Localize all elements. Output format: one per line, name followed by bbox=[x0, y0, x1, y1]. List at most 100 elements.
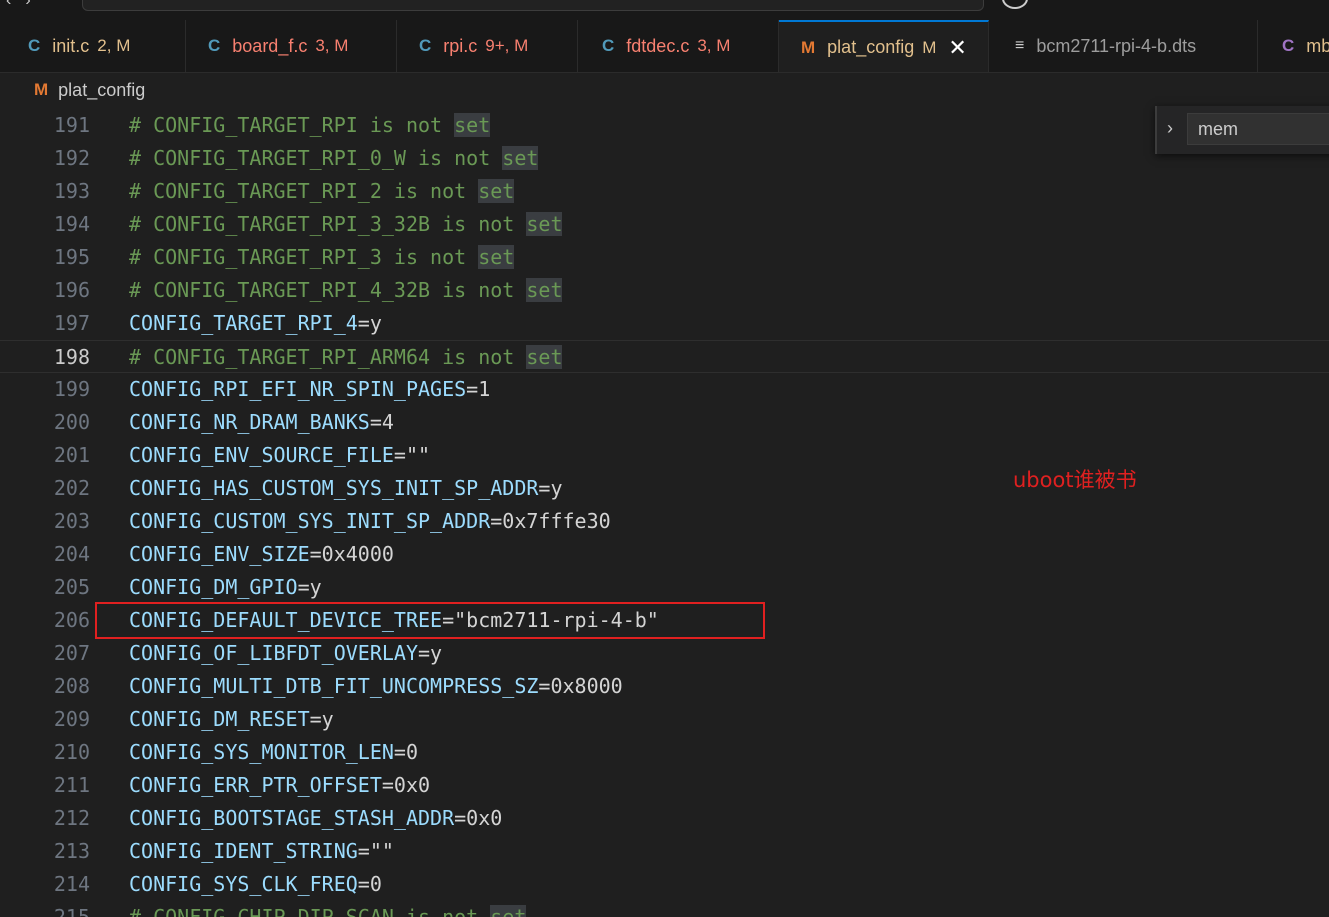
code-text: CONFIG_SYS_CLK_FREQ=0 bbox=[129, 868, 382, 901]
code-line[interactable]: 206 CONFIG_DEFAULT_DEVICE_TREE="bcm2711-r… bbox=[0, 604, 1329, 637]
c-file-icon: C bbox=[419, 36, 432, 55]
comment-text: # CONFIG_TARGET_RPI_ARM64 is not bbox=[129, 345, 527, 369]
line-number: 212 bbox=[53, 806, 90, 830]
account-icon[interactable] bbox=[1002, 0, 1028, 9]
command-center[interactable] bbox=[82, 0, 984, 11]
code-line[interactable]: 205 CONFIG_DM_GPIO=y bbox=[0, 571, 1329, 604]
code-line[interactable]: 194 # CONFIG_TARGET_RPI_3_32B is not set bbox=[0, 208, 1329, 241]
tab-init-c[interactable]: C init.c 2, M bbox=[0, 20, 186, 72]
search-match-highlight: set bbox=[502, 146, 539, 170]
equals-operator: = bbox=[393, 443, 406, 467]
nav-arrows-icon[interactable]: ‹› bbox=[6, 0, 45, 10]
code-line[interactable]: 191 # CONFIG_TARGET_RPI is not set bbox=[0, 109, 1329, 142]
tab-rpi-c[interactable]: C rpi.c 9+, M bbox=[397, 20, 578, 72]
comment-text: # CONFIG_TARGET_RPI_0_W is not bbox=[129, 146, 503, 170]
c-file-icon: C bbox=[602, 36, 615, 55]
config-key: CONFIG_SYS_CLK_FREQ bbox=[129, 872, 358, 896]
config-value: y bbox=[369, 311, 382, 335]
config-key: CONFIG_DEFAULT_DEVICE_TREE bbox=[129, 608, 443, 632]
code-line[interactable]: 204 CONFIG_ENV_SIZE=0x4000 bbox=[0, 538, 1329, 571]
line-number: 209 bbox=[53, 707, 90, 731]
code-line[interactable]: 196 # CONFIG_TARGET_RPI_4_32B is not set bbox=[0, 274, 1329, 307]
makefile-icon: M bbox=[801, 37, 816, 57]
code-text: # CONFIG_TARGET_RPI_3_32B is not set bbox=[129, 208, 563, 241]
code-line[interactable]: 211 CONFIG_ERR_PTR_OFFSET=0x0 bbox=[0, 769, 1329, 802]
equals-operator: = bbox=[357, 311, 370, 335]
tab-mb[interactable]: C mb bbox=[1258, 20, 1329, 72]
code-line[interactable]: 192 # CONFIG_TARGET_RPI_0_W is not set bbox=[0, 142, 1329, 175]
comment-text: # CONFIG_CHIP_DIP_SCAN is not bbox=[129, 905, 491, 917]
code-text: CONFIG_NR_DRAM_BANKS=4 bbox=[129, 406, 394, 439]
tab-label: plat_config bbox=[827, 37, 915, 57]
line-number: 191 bbox=[53, 113, 90, 137]
search-match-highlight: set bbox=[526, 212, 563, 236]
chevron-right-icon[interactable]: › bbox=[1167, 118, 1173, 139]
tab-label: mb bbox=[1306, 35, 1329, 56]
tab-label: board_f.c bbox=[232, 35, 308, 56]
code-text: CONFIG_IDENT_STRING="" bbox=[129, 835, 394, 868]
code-line[interactable]: 210 CONFIG_SYS_MONITOR_LEN=0 bbox=[0, 736, 1329, 769]
code-line[interactable]: 197 CONFIG_TARGET_RPI_4=y bbox=[0, 307, 1329, 340]
search-match-highlight: set bbox=[526, 278, 563, 302]
tab-status: 2, M bbox=[97, 36, 131, 55]
code-line[interactable]: 212 CONFIG_BOOTSTAGE_STASH_ADDR=0x0 bbox=[0, 802, 1329, 835]
tab-plat-config[interactable]: M plat_config M ✕ bbox=[779, 20, 989, 72]
comment-text: # CONFIG_TARGET_RPI_3_32B is not bbox=[129, 212, 527, 236]
text-file-icon: ≡ bbox=[1015, 37, 1025, 54]
tab-label: bcm2711-rpi-4-b.dts bbox=[1036, 35, 1197, 56]
equals-operator: = bbox=[466, 377, 479, 401]
tab-bcm2711-dts[interactable]: ≡ bcm2711-rpi-4-b.dts bbox=[989, 20, 1258, 72]
close-icon[interactable]: ✕ bbox=[948, 35, 966, 61]
line-number: 195 bbox=[53, 245, 90, 269]
code-line[interactable]: 198 # CONFIG_TARGET_RPI_ARM64 is not set bbox=[0, 340, 1329, 373]
config-key: CONFIG_TARGET_RPI_4 bbox=[129, 311, 358, 335]
equals-operator: = bbox=[369, 410, 382, 434]
config-value: 0 bbox=[369, 872, 382, 896]
config-value: "" bbox=[369, 839, 394, 863]
code-line[interactable]: 214 CONFIG_SYS_CLK_FREQ=0 bbox=[0, 868, 1329, 901]
code-text: # CONFIG_TARGET_RPI is not set bbox=[129, 109, 491, 142]
tab-label: rpi.c bbox=[443, 35, 478, 56]
config-value: 0x4000 bbox=[321, 542, 394, 566]
line-number: 208 bbox=[53, 674, 90, 698]
config-value: 4 bbox=[381, 410, 394, 434]
find-input[interactable]: mem bbox=[1187, 113, 1329, 145]
code-text: CONFIG_DM_GPIO=y bbox=[129, 571, 322, 604]
line-number: 207 bbox=[53, 641, 90, 665]
equals-operator: = bbox=[538, 674, 551, 698]
equals-operator: = bbox=[490, 509, 503, 533]
line-number: 200 bbox=[53, 410, 90, 434]
tab-status: M bbox=[922, 37, 937, 57]
line-number: 204 bbox=[53, 542, 90, 566]
search-match-highlight: set bbox=[478, 245, 515, 269]
code-line[interactable]: 200 CONFIG_NR_DRAM_BANKS=4 bbox=[0, 406, 1329, 439]
breadcrumb[interactable]: M plat_config bbox=[0, 73, 1329, 107]
config-key: CONFIG_MULTI_DTB_FIT_UNCOMPRESS_SZ bbox=[129, 674, 539, 698]
tab-fdtdec-c[interactable]: C fdtdec.c 3, M bbox=[578, 20, 779, 72]
config-key: CONFIG_NR_DRAM_BANKS bbox=[129, 410, 370, 434]
makefile-icon: M bbox=[34, 80, 49, 99]
code-line[interactable]: 193 # CONFIG_TARGET_RPI_2 is not set bbox=[0, 175, 1329, 208]
code-text: CONFIG_RPI_EFI_NR_SPIN_PAGES=1 bbox=[129, 373, 490, 406]
config-value: y bbox=[321, 707, 334, 731]
tab-status: 3, M bbox=[697, 36, 731, 55]
line-number: 215 bbox=[53, 905, 90, 917]
code-line[interactable]: 195 # CONFIG_TARGET_RPI_3 is not set bbox=[0, 241, 1329, 274]
code-text: # CONFIG_TARGET_RPI_4_32B is not set bbox=[129, 274, 563, 307]
line-number: 199 bbox=[53, 377, 90, 401]
code-line[interactable]: 209 CONFIG_DM_RESET=y bbox=[0, 703, 1329, 736]
code-line[interactable]: 208 CONFIG_MULTI_DTB_FIT_UNCOMPRESS_SZ=0x… bbox=[0, 670, 1329, 703]
code-editor[interactable]: 215 # CONFIG_CHIP_DIP_SCAN is not set 214 C… bbox=[0, 108, 1329, 917]
code-line[interactable]: 207 CONFIG_OF_LIBFDT_OVERLAY=y bbox=[0, 637, 1329, 670]
equals-operator: = bbox=[357, 872, 370, 896]
code-line[interactable]: 215 # CONFIG_CHIP_DIP_SCAN is not set bbox=[0, 901, 1329, 917]
equals-operator: = bbox=[309, 542, 322, 566]
code-line[interactable]: 213 CONFIG_IDENT_STRING="" bbox=[0, 835, 1329, 868]
code-text: # CONFIG_TARGET_RPI_3 is not set bbox=[129, 241, 515, 274]
code-line[interactable]: 199 CONFIG_RPI_EFI_NR_SPIN_PAGES=1 bbox=[0, 373, 1329, 406]
tab-board-f-c[interactable]: C board_f.c 3, M bbox=[186, 20, 397, 72]
breadcrumb-file[interactable]: plat_config bbox=[58, 80, 145, 101]
equals-operator: = bbox=[417, 641, 431, 665]
code-line[interactable]: 203 CONFIG_CUSTOM_SYS_INIT_SP_ADDR=0x7fff… bbox=[0, 505, 1329, 538]
code-text: CONFIG_BOOTSTAGE_STASH_ADDR=0x0 bbox=[129, 802, 502, 835]
